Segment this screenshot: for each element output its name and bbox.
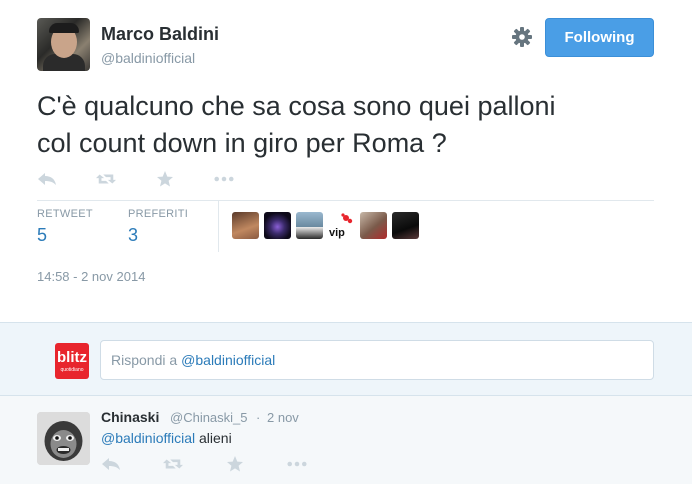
favorite-icon[interactable] (225, 454, 245, 474)
favoriter-avatar-3[interactable] (296, 212, 323, 239)
reply-icon[interactable] (101, 454, 121, 474)
favoriter-avatar-vip[interactable]: vip (328, 212, 355, 239)
reply-tweet[interactable]: Chinaski @Chinaski_5 · 2 nov @baldinioff… (0, 396, 692, 484)
tweet-main: Marco Baldini @baldiniofficial Following… (0, 0, 692, 322)
stats-divider (218, 201, 219, 252)
reply-input-mention: @baldiniofficial (181, 352, 276, 368)
retweet-icon[interactable] (163, 454, 183, 474)
reply-input-prefix: Rispondi a (111, 352, 178, 368)
divider-top (37, 200, 654, 201)
author-name[interactable]: Marco Baldini (101, 24, 219, 45)
following-button[interactable]: Following (545, 18, 654, 57)
retweet-stat[interactable]: RETWEET 5 (37, 208, 93, 246)
reply-author-handle[interactable]: @Chinaski_5 (170, 410, 248, 425)
reply-icon[interactable] (37, 169, 57, 189)
retweet-count[interactable]: 5 (37, 225, 93, 246)
favorites-stat[interactable]: PREFERITI 3 (128, 208, 188, 246)
reply-text: @baldiniofficial alieni (101, 430, 232, 446)
blitz-logo-subtext: quotidiano (60, 367, 84, 373)
reply-input[interactable]: Rispondi a @baldiniofficial (100, 340, 654, 380)
reply-actions (101, 454, 349, 474)
reply-author-name[interactable]: Chinaski (101, 409, 159, 425)
reply-box-area: blitz quotidiano Rispondi a @baldinioffi… (0, 322, 692, 396)
tweet-text: C'è qualcuno che sa cosa sono quei pallo… (37, 88, 657, 162)
retweet-label: RETWEET (37, 208, 93, 220)
favorites-count[interactable]: 3 (128, 225, 188, 246)
retweet-icon[interactable] (96, 169, 116, 189)
reply-time[interactable]: 2 nov (267, 410, 299, 425)
vip-logo-text: vip (329, 227, 345, 239)
favoriter-avatar-1[interactable] (232, 212, 259, 239)
blitz-logo: blitz quotidiano (55, 343, 89, 379)
blitz-logo-text: blitz (57, 349, 87, 366)
reply-mention[interactable]: @baldiniofficial (101, 430, 195, 446)
reply-separator: · (256, 410, 261, 425)
reply-body: alieni (195, 430, 232, 446)
favorites-label: PREFERITI (128, 208, 189, 220)
favorite-icon[interactable] (155, 169, 175, 189)
favoriter-avatar-2[interactable] (264, 212, 291, 239)
tweet-text-line-1: C'è qualcuno che sa cosa sono quei pallo… (37, 91, 556, 121)
more-icon[interactable] (214, 169, 234, 189)
tweet-text-line-2: col count down in giro per Roma ? (37, 128, 447, 158)
reply-avatar[interactable] (37, 412, 90, 465)
avatar-cap (49, 23, 79, 33)
author-avatar[interactable] (37, 18, 90, 71)
more-icon[interactable] (287, 454, 307, 474)
favoriter-avatar-5[interactable] (360, 212, 387, 239)
favoriter-avatar-6[interactable] (392, 212, 419, 239)
author-handle[interactable]: @baldiniofficial (101, 50, 195, 66)
tweet-actions (37, 168, 273, 190)
gear-icon[interactable] (511, 26, 533, 48)
tweet-timestamp[interactable]: 14:58 - 2 nov 2014 (37, 269, 145, 284)
